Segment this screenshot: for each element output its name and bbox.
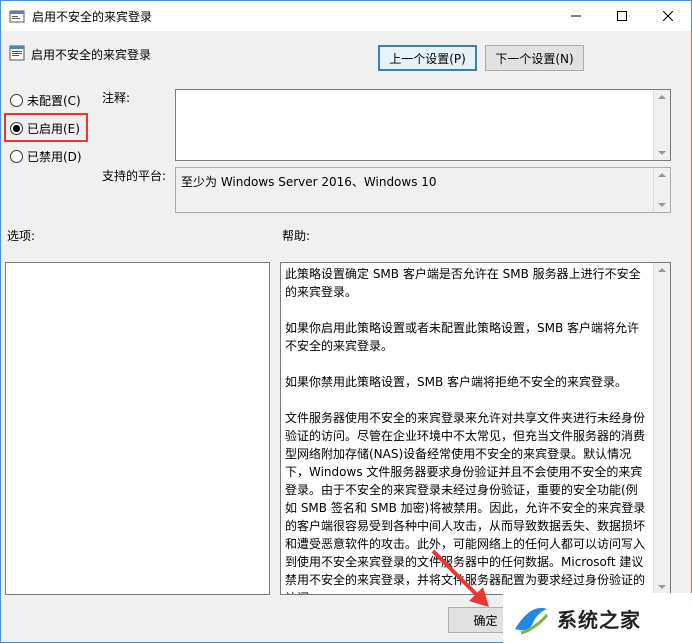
close-button[interactable]: [645, 1, 691, 31]
red-arrow-annotation: [431, 549, 489, 607]
platform-value: 至少为 Windows Server 2016、Windows 10: [181, 175, 437, 189]
policy-name: 启用不安全的来宾登录: [31, 48, 152, 62]
platform-label: 支持的平台:: [102, 169, 167, 183]
options-label: 选项:: [7, 229, 36, 243]
previous-setting-button[interactable]: 上一个设置(P): [378, 45, 477, 71]
close-icon: [663, 11, 673, 21]
comment-label: 注释:: [102, 91, 131, 105]
radio-disabled-label: 已禁用(D): [27, 150, 82, 164]
maximize-icon: [617, 11, 627, 21]
help-scrollbar[interactable]: [653, 263, 670, 594]
scroll-down-icon[interactable]: [658, 203, 666, 207]
watermark-text: 系统之家: [557, 608, 641, 632]
group-policy-app-icon: [9, 10, 25, 23]
radio-not-configured-indicator[interactable]: [10, 94, 23, 107]
platform-scrollbar[interactable]: [653, 168, 670, 212]
help-panel[interactable]: 此策略设置确定 SMB 客户端是否允许在 SMB 服务器上进行不安全的来宾登录。…: [280, 262, 671, 595]
scroll-down-icon[interactable]: [658, 151, 666, 155]
help-paragraph: 如果你禁用此策略设置，SMB 客户端将拒绝不安全的来宾登录。: [285, 375, 628, 389]
next-setting-button[interactable]: 下一个设置(N): [485, 45, 584, 71]
help-text: 此策略设置确定 SMB 客户端是否允许在 SMB 服务器上进行不安全的来宾登录。…: [281, 263, 651, 594]
policy-dialog-window: 启用不安全的来宾登录 启用不安全的来宾登录 上一个设置(P) 下一个设置(N) …: [0, 0, 692, 643]
radio-disabled[interactable]: 已禁用(D): [10, 148, 82, 165]
comment-scrollbar[interactable]: [653, 90, 670, 160]
scroll-up-icon[interactable]: [658, 95, 666, 99]
watermark-logo-icon: [515, 607, 549, 634]
site-watermark: 系统之家: [503, 593, 692, 643]
help-label: 帮助:: [282, 229, 311, 243]
policy-setting-icon: [9, 45, 25, 61]
scroll-up-icon[interactable]: [658, 268, 666, 272]
help-paragraph: 此策略设置确定 SMB 客户端是否允许在 SMB 服务器上进行不安全的来宾登录。: [285, 267, 641, 299]
window-title: 启用不安全的来宾登录: [32, 10, 153, 24]
title-bar[interactable]: 启用不安全的来宾登录: [1, 1, 691, 31]
maximize-button[interactable]: [599, 1, 645, 31]
scroll-up-icon[interactable]: [658, 173, 666, 177]
platform-field: 至少为 Windows Server 2016、Windows 10: [175, 167, 671, 213]
minimize-button[interactable]: [553, 1, 599, 31]
options-panel: [5, 262, 270, 595]
comment-textarea[interactable]: [175, 89, 671, 161]
scroll-down-icon[interactable]: [658, 585, 666, 589]
radio-not-configured-label: 未配置(C): [27, 94, 81, 108]
radio-disabled-indicator[interactable]: [10, 150, 23, 163]
radio-not-configured[interactable]: 未配置(C): [10, 92, 81, 109]
help-paragraph: 如果你启用此策略设置或者未配置此策略设置，SMB 客户端将允许不安全的来宾登录。: [285, 321, 640, 353]
enabled-highlight-box: [4, 113, 88, 142]
minimize-icon: [571, 15, 581, 17]
